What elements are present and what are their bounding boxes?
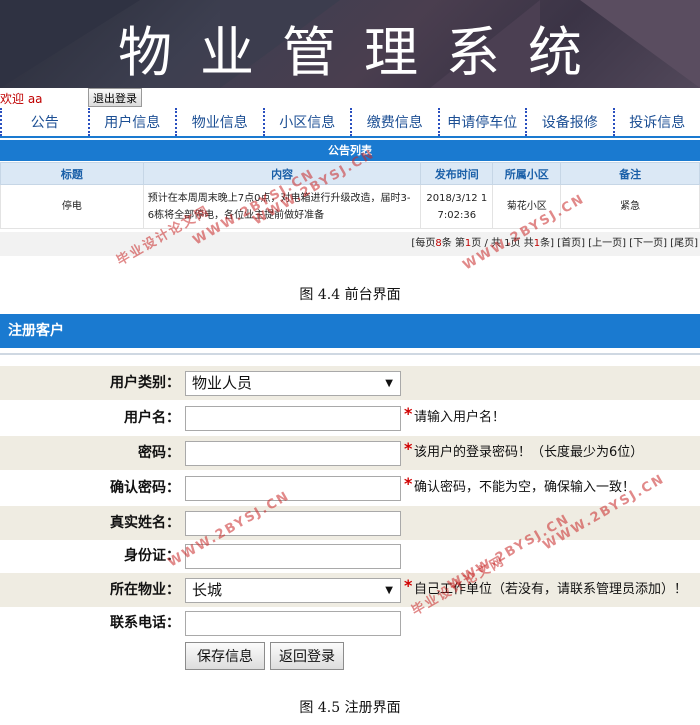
nav-item-user-info[interactable]: 用户信息 [87, 108, 176, 136]
figure-caption-front: 图 4.4 前台界面 [299, 287, 401, 303]
idcard-label: 身份证： [124, 548, 180, 564]
property-label: 所在物业： [110, 582, 180, 598]
banner-title: 物业管理系统 [118, 21, 610, 84]
table-row: 停电 预计在本周周末晚上7点0点，对电箱进行升级改造，届时3-6栋将全部停电，各… [0, 184, 700, 229]
idcard-input[interactable] [185, 544, 401, 569]
nav-item-notice[interactable]: 公告 [0, 108, 88, 136]
pager: [每页8条 第1页 / 共 1页 共1条] [首页] [上一页] [下一页] [… [0, 232, 700, 256]
nav-item-parking[interactable]: 申请停车位 [437, 108, 526, 136]
pager-prev-link[interactable]: [上一页] [588, 238, 626, 249]
form-row-idcard: 身份证： [0, 539, 700, 573]
divider [0, 353, 700, 355]
form-row-phone: 联系电话： [0, 606, 700, 640]
username-label: 用户名： [124, 410, 180, 426]
banner: 物业管理系统 [0, 0, 700, 88]
chevron-down-icon: ▼ [385, 378, 393, 389]
confirm-password-hint: 确认密码，不能为空，确保输入一致！ [414, 480, 636, 495]
form-row-username: 用户名： * 请输入用户名！ [0, 401, 700, 435]
username-hint: 请输入用户名！ [414, 410, 506, 425]
pager-next-link[interactable]: [下一页] [629, 238, 667, 249]
column-header-remark: 备注 [560, 162, 700, 185]
confirm-password-input[interactable] [185, 476, 401, 501]
nav-item-community-info[interactable]: 小区信息 [262, 108, 351, 136]
password-hint: 该用户的登录密码！（长度最少为6位） [414, 445, 644, 460]
welcome-text: 欢迎 aa [0, 92, 43, 106]
main-nav: 公告 用户信息 物业信息 小区信息 缴费信息 申请停车位 设备报修 投诉信息 [0, 108, 700, 138]
nav-item-payment-info[interactable]: 缴费信息 [350, 108, 438, 136]
pager-last-link[interactable]: [尾页] [670, 238, 698, 249]
realname-label: 真实姓名： [110, 515, 180, 531]
phone-input[interactable] [185, 611, 401, 636]
column-header-community: 所属小区 [492, 162, 562, 185]
column-header-time: 发布时间 [420, 162, 494, 185]
password-label: 密码： [138, 445, 180, 461]
pager-mid1: 条 第 [441, 238, 465, 249]
pager-first-link[interactable]: [首页] [557, 238, 585, 249]
user-type-select[interactable]: 物业人员 ▼ [185, 371, 401, 396]
notice-time-cell: 2018/3/12 17:02:36 [420, 184, 494, 229]
password-input[interactable] [185, 441, 401, 466]
notice-title-cell: 停电 [0, 184, 144, 229]
nav-item-complaint[interactable]: 投诉信息 [612, 108, 700, 136]
username-input[interactable] [185, 406, 401, 431]
back-to-login-button[interactable]: 返回登录 [270, 642, 344, 670]
form-row-user-type: 用户类别： 物业人员 ▼ [0, 366, 700, 400]
required-star-icon: * [404, 404, 413, 423]
register-header: 注册客户 [0, 314, 700, 348]
logout-button[interactable]: 退出登录 [88, 88, 142, 107]
save-button[interactable]: 保存信息 [185, 642, 265, 670]
form-row-property: 所在物业： 长城 ▼ * 自己工作单位（若没有，请联系管理员添加）！ [0, 573, 700, 607]
confirm-password-label: 确认密码： [110, 480, 180, 496]
nav-item-repair[interactable]: 设备报修 [525, 108, 613, 136]
required-star-icon: * [404, 474, 413, 493]
required-star-icon: * [404, 439, 413, 458]
pager-suffix: 条] [540, 238, 554, 249]
figure-caption-register: 图 4.5 注册界面 [299, 700, 401, 716]
form-row-password: 密码： * 该用户的登录密码！（长度最少为6位） [0, 436, 700, 470]
form-row-confirm-password: 确认密码： * 确认密码，不能为空，确保输入一致！ [0, 471, 700, 505]
pager-prefix: [每页 [411, 238, 436, 249]
phone-label: 联系电话： [110, 615, 180, 631]
user-type-value: 物业人员 [192, 374, 253, 392]
property-select[interactable]: 长城 ▼ [185, 578, 401, 603]
required-star-icon: * [404, 576, 413, 595]
column-header-title: 标题 [0, 162, 144, 185]
chevron-down-icon: ▼ [385, 585, 393, 596]
user-type-label: 用户类别： [110, 375, 180, 391]
nav-item-property-info[interactable]: 物业信息 [175, 108, 263, 136]
property-value: 长城 [192, 581, 223, 599]
